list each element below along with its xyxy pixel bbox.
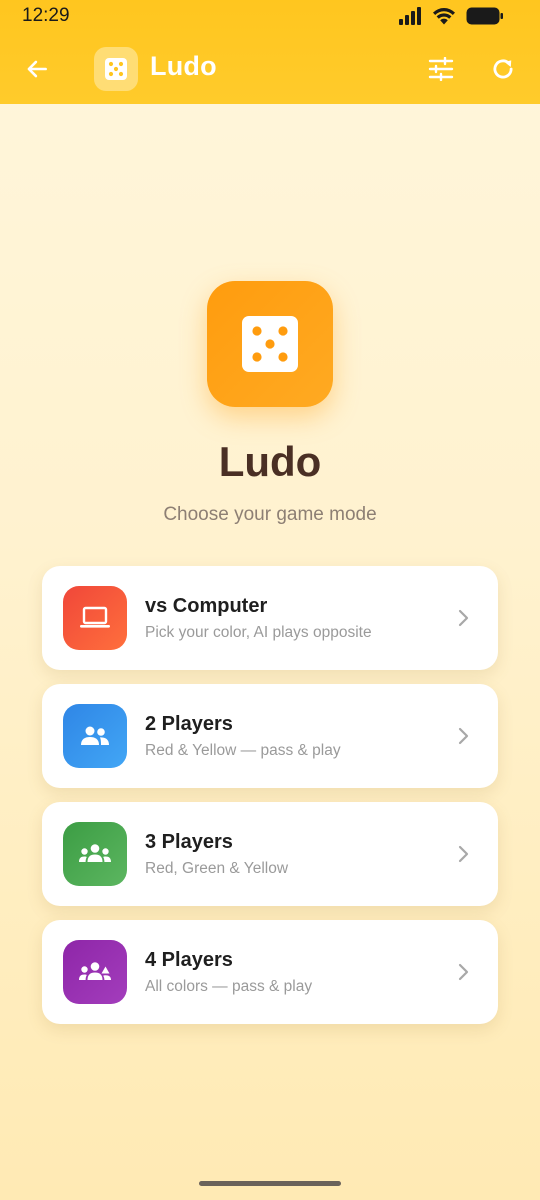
- battery-icon: [466, 7, 503, 25]
- status-time: 12:29: [22, 5, 70, 26]
- wifi-icon: [433, 8, 455, 25]
- two-people-icon: [81, 726, 109, 745]
- mode-description: Pick your color, AI plays opposite: [145, 624, 372, 641]
- chevron-right-icon: [452, 724, 476, 748]
- laptop-icon: [80, 606, 110, 628]
- tune-sliders-icon: [428, 57, 454, 81]
- hero-title: Ludo: [218, 438, 322, 485]
- mode-title: 2 Players: [145, 713, 233, 735]
- mode-icon-4-players: [63, 940, 127, 1004]
- back-button[interactable]: [22, 54, 52, 84]
- mode-title: 3 Players: [145, 831, 233, 853]
- chevron-right-icon: [452, 842, 476, 866]
- mode-icon-3-players: [63, 822, 127, 886]
- mode-card-4-players[interactable]: 4 Players All colors — pass & play: [42, 920, 498, 1024]
- home-indicator[interactable]: [199, 1181, 341, 1186]
- dice-five-icon: [242, 316, 298, 372]
- app-bar: Ludo: [0, 34, 540, 104]
- status-bar: 12:29: [0, 0, 540, 34]
- app-title: Ludo: [150, 51, 217, 81]
- dice-icon: [105, 58, 127, 80]
- arrow-left-icon: [27, 60, 47, 78]
- mode-card-3-players[interactable]: 3 Players Red, Green & Yellow: [42, 802, 498, 906]
- hero-icon: [207, 281, 333, 407]
- refresh-icon: [493, 59, 513, 79]
- signal-icon: [399, 7, 421, 25]
- mode-card-2-players[interactable]: 2 Players Red & Yellow — pass & play: [42, 684, 498, 788]
- settings-button[interactable]: [424, 52, 458, 86]
- group-icon: [79, 844, 111, 862]
- mode-icon-vs-computer: [63, 586, 127, 650]
- chevron-right-icon: [452, 606, 476, 630]
- refresh-button[interactable]: [486, 52, 520, 86]
- hero-subtitle: Choose your game mode: [163, 504, 377, 525]
- mode-card-vs-computer[interactable]: vs Computer Pick your color, AI plays op…: [42, 566, 498, 670]
- mode-description: Red & Yellow — pass & play: [145, 742, 341, 759]
- app-logo: [94, 47, 138, 91]
- mode-description: All colors — pass & play: [145, 978, 313, 995]
- mode-title: 4 Players: [145, 949, 233, 971]
- mode-title: vs Computer: [145, 595, 268, 617]
- app-header: 12:29 Ludo: [0, 0, 540, 104]
- mode-icon-2-players: [63, 704, 127, 768]
- mode-description: Red, Green & Yellow: [145, 860, 289, 877]
- group-four-icon: [79, 962, 111, 980]
- game-mode-list: vs Computer Pick your color, AI plays op…: [42, 566, 498, 1038]
- chevron-right-icon: [452, 960, 476, 984]
- status-icons: [398, 6, 504, 26]
